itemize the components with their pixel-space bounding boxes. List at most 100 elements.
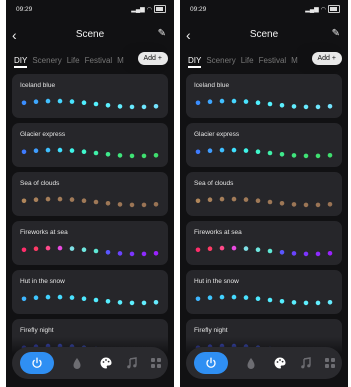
signal-icon: ▂▄▆ bbox=[131, 6, 145, 13]
light-dot bbox=[231, 294, 237, 300]
light-dot bbox=[327, 104, 333, 109]
light-dot bbox=[21, 247, 27, 253]
tab-more[interactable]: M bbox=[291, 56, 298, 65]
scene-card[interactable]: Fireworks at sea bbox=[12, 221, 168, 265]
droplet-icon[interactable] bbox=[70, 356, 84, 370]
light-dot bbox=[255, 149, 261, 154]
light-dot bbox=[69, 197, 75, 202]
light-preview bbox=[21, 294, 159, 306]
light-dot bbox=[195, 296, 201, 302]
scene-card[interactable]: Glacier express bbox=[12, 123, 168, 167]
light-dot bbox=[243, 246, 249, 251]
light-dot bbox=[117, 202, 123, 207]
grid-icon[interactable] bbox=[323, 356, 337, 370]
tab-more[interactable]: M bbox=[117, 56, 124, 65]
tab-diy[interactable]: DIY bbox=[14, 56, 28, 68]
light-dot bbox=[69, 246, 75, 251]
light-dot bbox=[315, 300, 321, 306]
scene-name: Iceland blue bbox=[194, 82, 230, 89]
droplet-icon[interactable] bbox=[244, 356, 258, 370]
tab-scenery[interactable]: Scenery bbox=[32, 56, 61, 65]
scene-name: Hut in the snow bbox=[194, 278, 239, 285]
tab-festival[interactable]: Festival bbox=[259, 56, 287, 65]
music-icon[interactable] bbox=[125, 356, 139, 370]
light-dot bbox=[267, 199, 273, 205]
light-dot bbox=[93, 199, 99, 205]
light-dot bbox=[93, 101, 99, 107]
light-dot bbox=[105, 201, 111, 206]
light-dot bbox=[129, 104, 135, 110]
light-dot bbox=[315, 153, 321, 159]
scene-card[interactable]: Glacier express bbox=[186, 123, 342, 167]
light-dot bbox=[303, 251, 309, 257]
header: ‹ Scene ✎ bbox=[180, 26, 348, 46]
scene-card[interactable]: Hut in the snow bbox=[12, 270, 168, 314]
light-preview bbox=[195, 245, 333, 257]
light-dot bbox=[141, 104, 147, 110]
light-dot bbox=[57, 294, 63, 300]
scene-card[interactable]: Hut in the snow bbox=[186, 270, 342, 314]
light-dot bbox=[81, 100, 87, 105]
scene-name: Fireworks at sea bbox=[194, 229, 242, 236]
tab-life[interactable]: Life bbox=[67, 56, 80, 65]
light-dot bbox=[219, 98, 225, 104]
light-dot bbox=[153, 153, 159, 158]
light-dot bbox=[141, 202, 147, 208]
light-dot bbox=[117, 300, 123, 305]
palette-icon[interactable] bbox=[273, 356, 287, 370]
light-dot bbox=[219, 196, 225, 202]
power-button[interactable] bbox=[194, 352, 228, 374]
light-dot bbox=[33, 99, 39, 104]
grid-icon[interactable] bbox=[149, 356, 163, 370]
add-scene-button[interactable]: Add + bbox=[137, 52, 168, 65]
phone-screen-right: 09:29 ▂▄▆ ◠ ‹ Scene ✎ DIY Scenery Life F… bbox=[180, 0, 348, 387]
status-time: 09:29 bbox=[190, 6, 207, 13]
bottom-dock bbox=[12, 347, 168, 379]
light-dot bbox=[153, 300, 159, 305]
light-dot bbox=[69, 148, 75, 153]
edit-icon[interactable]: ✎ bbox=[158, 28, 166, 39]
add-scene-button[interactable]: Add + bbox=[311, 52, 342, 65]
tab-diy[interactable]: DIY bbox=[188, 56, 202, 68]
light-dot bbox=[153, 202, 159, 207]
light-dot bbox=[291, 300, 297, 305]
scene-card[interactable]: Fireworks at sea bbox=[186, 221, 342, 265]
light-dot bbox=[267, 248, 273, 254]
power-button[interactable] bbox=[20, 352, 54, 374]
scene-card[interactable]: Iceland blue bbox=[12, 74, 168, 118]
scene-card[interactable]: Sea of clouds bbox=[12, 172, 168, 216]
light-dot bbox=[279, 201, 285, 206]
light-dot bbox=[267, 297, 273, 303]
light-dot bbox=[21, 100, 27, 106]
tab-life[interactable]: Life bbox=[241, 56, 254, 65]
light-dot bbox=[291, 202, 297, 207]
tab-festival[interactable]: Festival bbox=[85, 56, 113, 65]
light-dot bbox=[315, 104, 321, 110]
light-dot bbox=[93, 297, 99, 303]
light-dot bbox=[243, 99, 249, 104]
light-dot bbox=[327, 300, 333, 305]
light-dot bbox=[255, 296, 261, 301]
light-dot bbox=[45, 245, 51, 251]
light-dot bbox=[81, 296, 87, 301]
edit-icon[interactable]: ✎ bbox=[332, 28, 340, 39]
tab-scenery[interactable]: Scenery bbox=[206, 56, 235, 65]
palette-icon[interactable] bbox=[99, 356, 113, 370]
light-dot bbox=[21, 296, 27, 302]
signal-icon: ▂▄▆ bbox=[305, 6, 319, 13]
light-dot bbox=[207, 246, 213, 251]
bottom-dock bbox=[186, 347, 342, 379]
light-dot bbox=[129, 153, 135, 159]
scene-card[interactable]: Iceland blue bbox=[186, 74, 342, 118]
music-icon[interactable] bbox=[299, 356, 313, 370]
light-dot bbox=[303, 202, 309, 208]
scene-card[interactable]: Sea of clouds bbox=[186, 172, 342, 216]
light-preview bbox=[195, 294, 333, 306]
power-icon bbox=[32, 357, 42, 368]
light-dot bbox=[195, 149, 201, 155]
page-title: Scene bbox=[75, 29, 105, 40]
light-dot bbox=[93, 150, 99, 156]
status-icons: ▂▄▆ ◠ bbox=[305, 5, 340, 13]
status-icons: ▂▄▆ ◠ bbox=[131, 5, 166, 13]
light-preview bbox=[195, 98, 333, 110]
